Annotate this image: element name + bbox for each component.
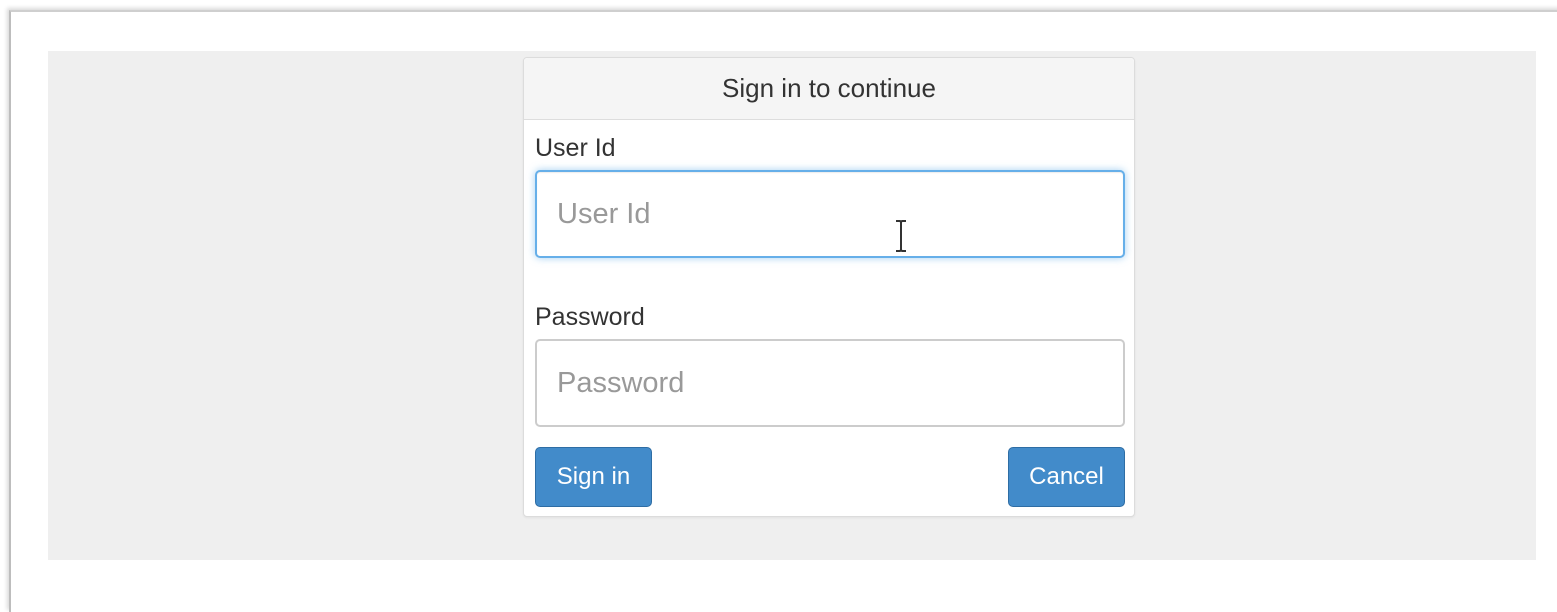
password-label: Password bbox=[535, 303, 645, 331]
sign-in-button[interactable]: Sign in bbox=[535, 447, 652, 507]
panel-heading: Sign in to continue bbox=[524, 58, 1134, 120]
panel-title: Sign in to continue bbox=[722, 73, 936, 103]
user-id-input[interactable] bbox=[535, 170, 1125, 258]
cancel-button[interactable]: Cancel bbox=[1008, 447, 1125, 507]
login-panel: Sign in to continue User Id Password Sig… bbox=[523, 57, 1135, 517]
password-input[interactable] bbox=[535, 339, 1125, 427]
user-id-label: User Id bbox=[535, 134, 616, 162]
